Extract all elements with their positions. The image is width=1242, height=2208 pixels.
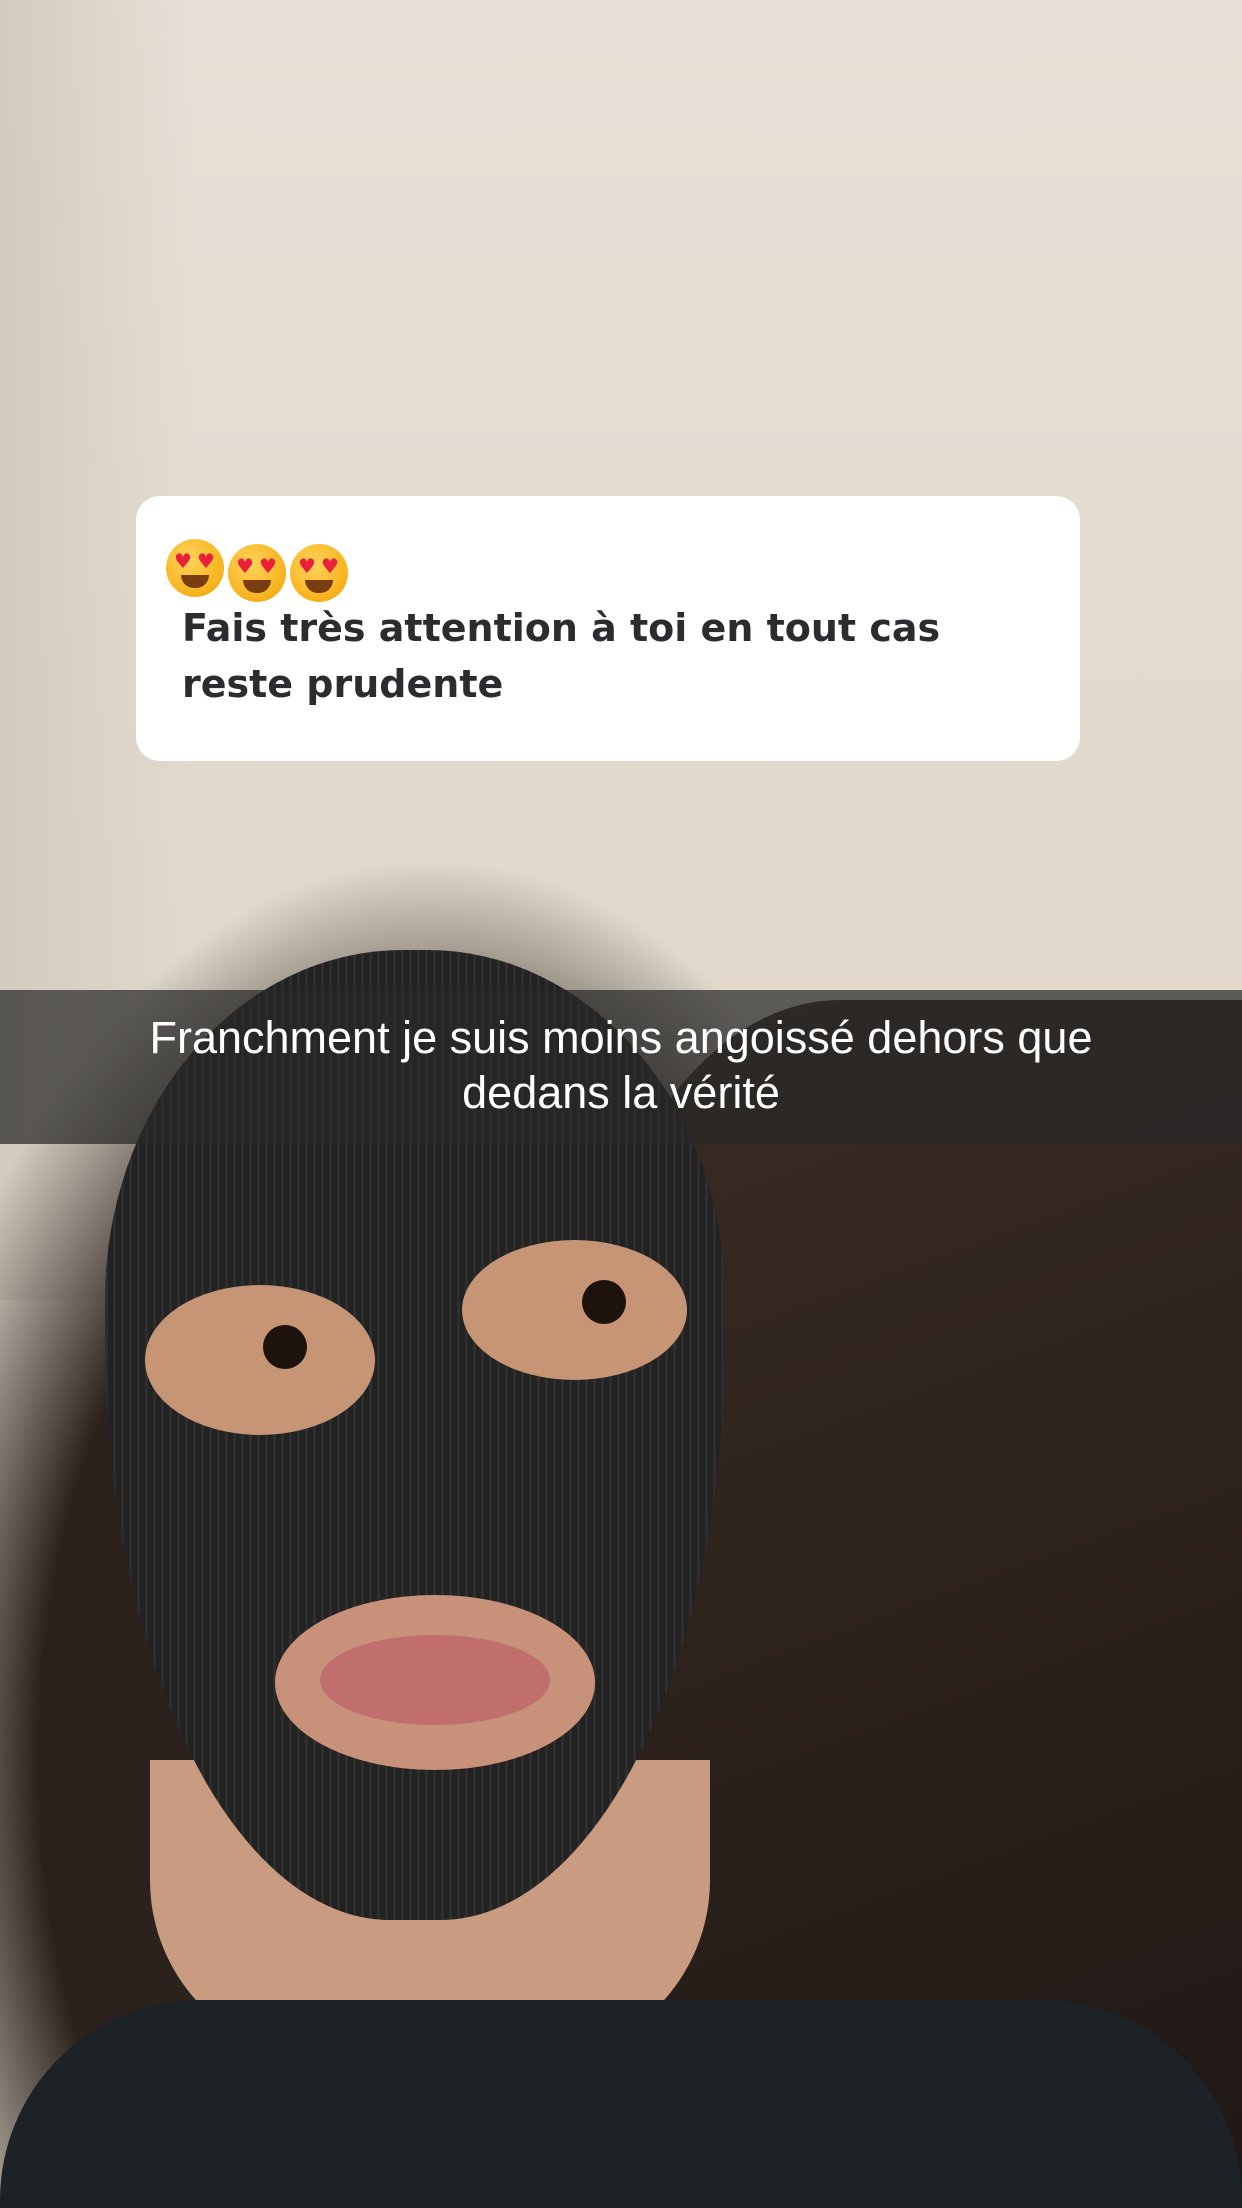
emoji-mouth: [305, 579, 333, 593]
caption-bar[interactable]: Franchment je suis moins angoissé dehors…: [0, 990, 1242, 1144]
heart-icon: ♥: [298, 553, 316, 578]
story-screen[interactable]: ♥ ♥ ♥ ♥ ♥ ♥ Fais très attention à toi en tout…: [0, 0, 1242, 2208]
heart-icon: ♥: [236, 553, 254, 578]
emoji-mouth: [243, 579, 271, 593]
heart-eyes-emoji-icon: ♥ ♥: [166, 538, 224, 597]
photo-right-eye: [462, 1240, 687, 1380]
heart-eyes-emoji-icon: ♥ ♥: [228, 543, 286, 602]
emoji-mouth: [181, 574, 209, 588]
emoji-row: ♥ ♥ ♥ ♥ ♥ ♥: [166, 532, 352, 602]
question-sticker[interactable]: ♥ ♥ ♥ ♥ ♥ ♥ Fais très attention à toi en tout…: [136, 496, 1080, 761]
pupil: [582, 1280, 626, 1324]
photo-shirt: [0, 2000, 1242, 2208]
photo-left-eye: [145, 1285, 375, 1435]
caption-text: Franchment je suis moins angoissé dehors…: [149, 1012, 1093, 1118]
photo-lips: [320, 1635, 550, 1725]
heart-eyes-emoji-icon: ♥ ♥: [290, 543, 348, 602]
heart-icon: ♥: [321, 553, 339, 578]
heart-icon: ♥: [197, 548, 215, 573]
question-text: Fais très attention à toi en tout cas re…: [182, 606, 941, 706]
heart-icon: ♥: [174, 548, 192, 573]
pupil: [263, 1325, 307, 1369]
heart-icon: ♥: [259, 553, 277, 578]
